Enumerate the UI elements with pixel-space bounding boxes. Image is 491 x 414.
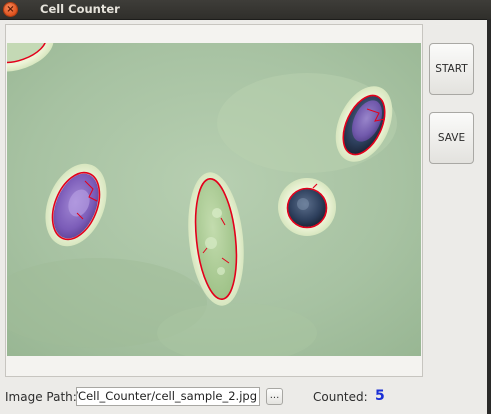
counted-label: Counted: — [313, 390, 368, 404]
close-icon[interactable]: × — [4, 3, 17, 16]
cell-4 — [278, 178, 336, 236]
title-bar: × Cell Counter — [0, 0, 491, 20]
window-edge — [487, 19, 491, 414]
image-path-label: Image Path: — [5, 390, 77, 404]
bottom-bar: Image Path: ts/Cell_Counter/cell_sample_… — [0, 384, 487, 414]
cell-image — [7, 43, 421, 356]
start-button[interactable]: START — [429, 43, 474, 95]
browse-button[interactable]: ... — [266, 388, 283, 405]
cell-image-view — [7, 43, 421, 356]
window-title: Cell Counter — [40, 2, 120, 16]
counted-value: 5 — [375, 388, 385, 404]
save-button[interactable]: SAVE — [429, 112, 474, 164]
image-path-field[interactable]: ts/Cell_Counter/cell_sample_2.jpg — [76, 387, 260, 406]
